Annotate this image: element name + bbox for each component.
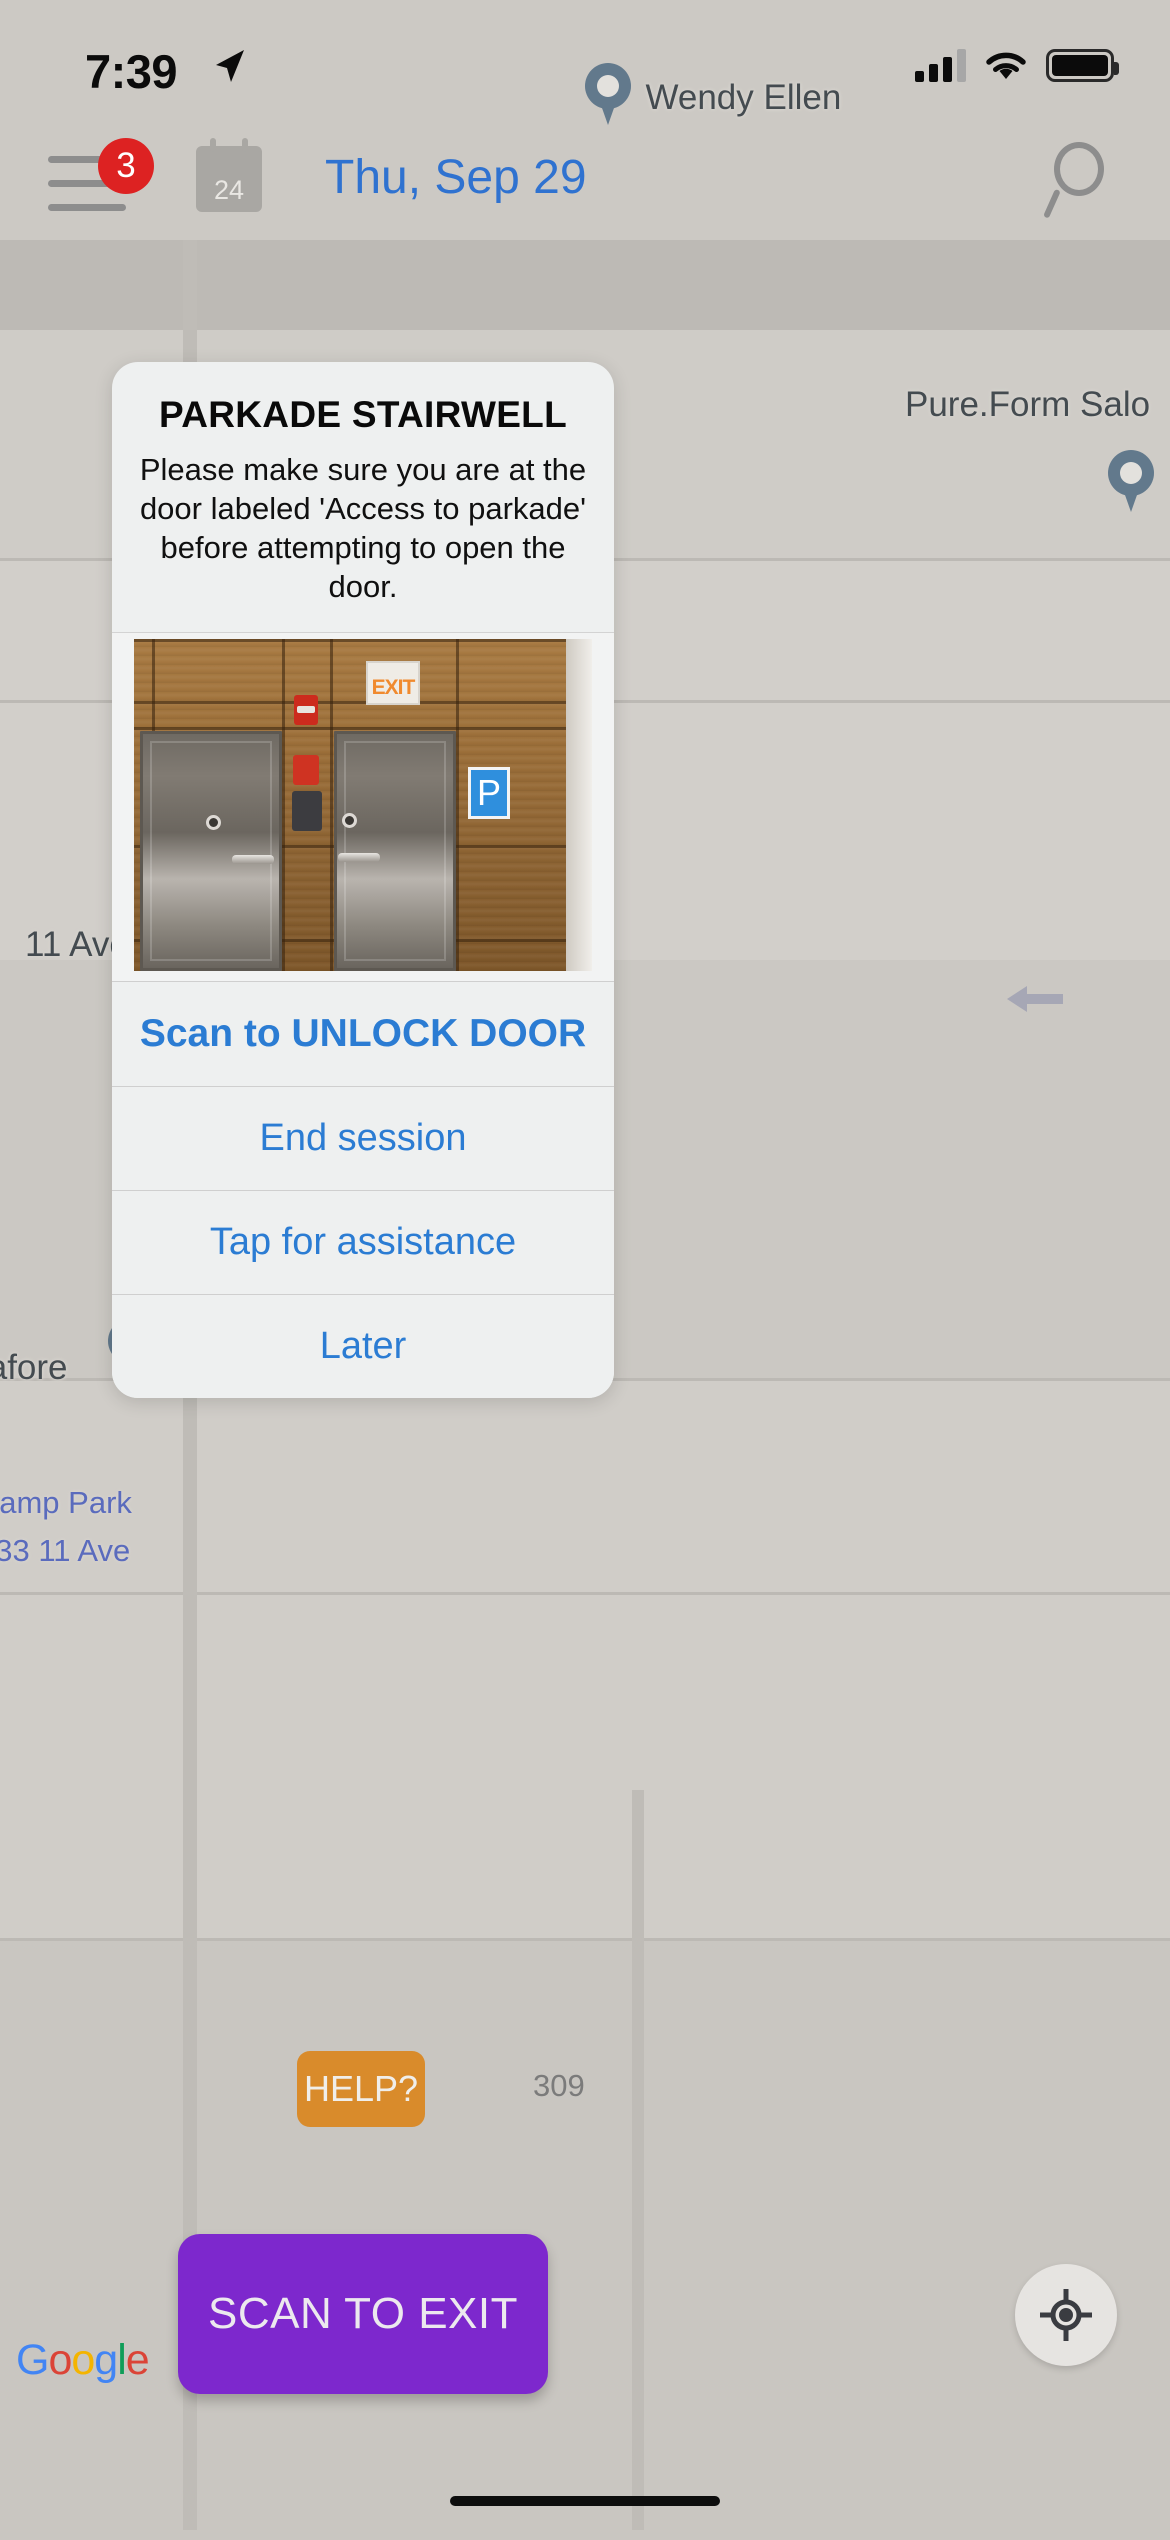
home-indicator xyxy=(450,2496,720,2506)
card-reader xyxy=(292,791,322,832)
search-icon[interactable] xyxy=(1043,142,1118,219)
map-label-pureform: Pure.Form Salo xyxy=(905,385,1151,424)
help-button[interactable]: HELP? xyxy=(297,2051,425,2127)
logo-letter-g1: G xyxy=(16,2336,49,2384)
google-attribution-logo: Google xyxy=(16,2336,150,2385)
location-arrow-icon xyxy=(216,50,244,82)
status-indicators xyxy=(915,48,1119,82)
map-label-champ-park: hamp Park xyxy=(0,1485,132,1520)
date-label[interactable]: Thu, Sep 29 xyxy=(325,150,587,205)
logo-letter-l: l xyxy=(117,2336,127,2384)
my-location-crosshair-icon xyxy=(1040,2289,1092,2341)
parkade-stairwell-dialog: PARKADE STAIRWELL Please make sure you a… xyxy=(112,362,614,1399)
steel-door-right xyxy=(334,731,456,972)
later-button[interactable]: Later xyxy=(112,1294,614,1399)
fire-alarm-pull-station-upper xyxy=(294,695,318,726)
hamburger-menu-icon[interactable]: 3 xyxy=(48,138,154,214)
wifi-icon xyxy=(986,52,1026,79)
fire-alarm-pull-station-lower xyxy=(293,755,319,786)
one-way-arrow-icon xyxy=(1007,986,1063,1012)
counter-label: 309 xyxy=(533,2068,585,2103)
notification-badge: 3 xyxy=(98,138,154,194)
logo-letter-e: e xyxy=(125,2336,150,2384)
status-time: 7:39 xyxy=(85,45,178,98)
map-label-tafore: tafore xyxy=(0,1348,68,1387)
dialog-header: PARKADE STAIRWELL Please make sure you a… xyxy=(112,362,614,632)
status-bar: 7:39 xyxy=(0,0,1170,130)
steel-door-left xyxy=(140,731,282,972)
map-pin-icon[interactable] xyxy=(1108,450,1154,512)
map-block xyxy=(0,1380,1170,1940)
parking-sign: P xyxy=(468,767,510,820)
tap-for-assistance-button[interactable]: Tap for assistance xyxy=(112,1190,614,1295)
map-label-address: 333 11 Ave xyxy=(0,1533,131,1568)
parkade-stairwell-door-photo: EXIT P xyxy=(134,639,592,972)
scan-to-unlock-door-button[interactable]: Scan to UNLOCK DOOR xyxy=(112,981,614,1087)
calendar-icon[interactable]: 24 xyxy=(196,138,262,212)
cellular-signal-icon xyxy=(915,48,966,82)
parking-sign-text: P xyxy=(476,772,501,814)
map-road xyxy=(632,1790,644,2530)
battery-full-icon xyxy=(1046,48,1119,82)
scan-to-exit-button[interactable]: SCAN TO EXIT xyxy=(178,2234,548,2394)
my-location-button[interactable] xyxy=(1015,2264,1117,2366)
end-session-button[interactable]: End session xyxy=(112,1086,614,1191)
dialog-message: Please make sure you are at the door lab… xyxy=(139,452,587,605)
logo-letter-o1: o xyxy=(48,2336,72,2384)
map-block xyxy=(0,1940,1170,2540)
logo-letter-o2: o xyxy=(71,2336,95,2384)
map-road-line xyxy=(0,1938,1170,1941)
exit-sign-text: EXIT xyxy=(371,676,416,700)
app-header: 3 24 Thu, Sep 29 xyxy=(0,130,1170,240)
dialog-title: PARKADE STAIRWELL xyxy=(159,394,567,435)
map-block xyxy=(0,240,1170,330)
logo-letter-g2: g xyxy=(94,2336,118,2384)
exit-sign: EXIT xyxy=(366,661,420,706)
map-road-line xyxy=(0,1592,1170,1595)
dialog-photo-container: EXIT P xyxy=(112,632,614,982)
